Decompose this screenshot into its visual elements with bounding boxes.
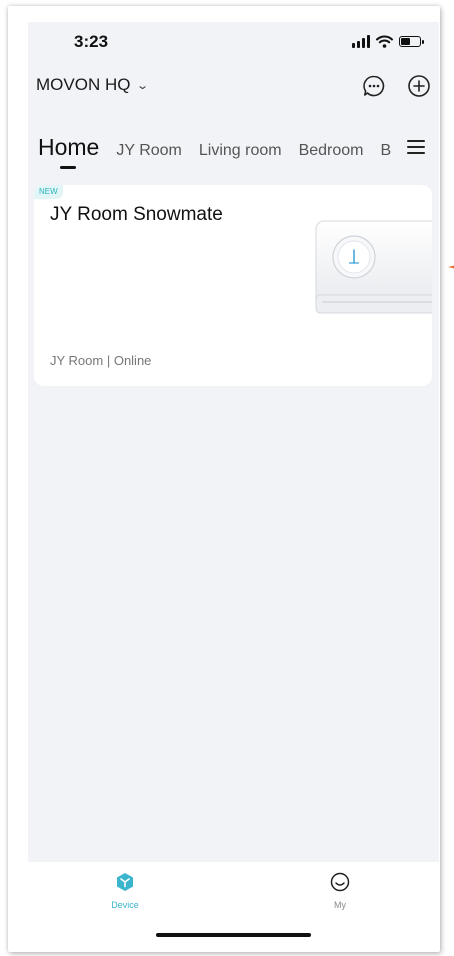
- wifi-icon: [376, 35, 393, 48]
- plus-circle-icon[interactable]: [407, 74, 431, 98]
- status-icons: [352, 33, 424, 49]
- menu-icon[interactable]: [407, 140, 425, 154]
- tab-more-partial[interactable]: B: [381, 142, 391, 160]
- air-conditioner-icon: [314, 219, 432, 319]
- tab-living-room[interactable]: Living room: [199, 142, 282, 160]
- device-cube-icon: [117, 873, 133, 891]
- nav-my-label: My: [334, 900, 346, 910]
- signal-icon: [352, 34, 370, 48]
- nav-my[interactable]: My: [310, 872, 370, 910]
- app-screen: 3:23 MOVON HQ ⌄ Home JY Room Living room…: [28, 22, 439, 942]
- chevron-down-icon: ⌄: [136, 79, 150, 92]
- status-time: 3:23: [74, 32, 109, 51]
- message-dots-icon[interactable]: [362, 74, 386, 98]
- device-name: JY Room Snowmate: [50, 204, 223, 225]
- smile-face-icon: [330, 872, 350, 892]
- device-card[interactable]: NEW JY Room Snowmate JY Room | Online: [34, 185, 432, 386]
- nav-device-label: Device: [111, 900, 139, 910]
- nav-device[interactable]: Device: [95, 872, 155, 910]
- new-badge: NEW: [34, 185, 63, 199]
- home-name: MOVON HQ: [36, 75, 131, 94]
- tab-home[interactable]: Home: [38, 134, 99, 169]
- tab-jy-room[interactable]: JY Room: [116, 142, 182, 160]
- device-status: JY Room | Online: [50, 353, 152, 368]
- bottom-nav: Device My: [28, 862, 439, 942]
- home-selector[interactable]: MOVON HQ ⌄: [36, 75, 150, 95]
- battery-icon: [399, 35, 424, 47]
- home-indicator: [156, 933, 311, 937]
- tab-bedroom[interactable]: Bedroom: [299, 142, 364, 160]
- arrow-left-icon: [448, 265, 454, 269]
- room-tabs: Home JY Room Living room Bedroom B: [38, 134, 429, 174]
